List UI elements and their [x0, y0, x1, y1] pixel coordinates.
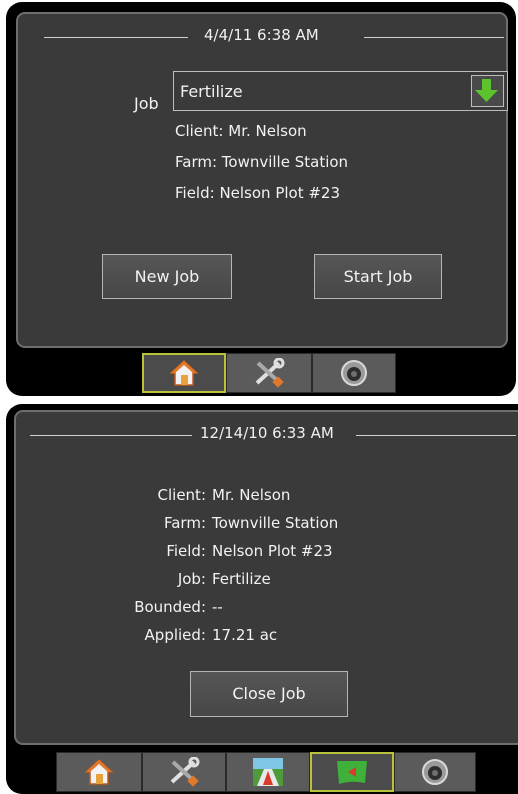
tab-home[interactable]: [142, 353, 226, 393]
header-rule-left: [44, 37, 188, 38]
detail-key: Farm:: [163, 514, 206, 532]
new-job-button[interactable]: New Job: [102, 254, 232, 299]
tab-map[interactable]: [310, 752, 394, 792]
detail-row-job: Job: Fertilize: [16, 570, 518, 590]
detail-value: Nelson Plot #23: [212, 542, 333, 560]
detail-key: Applied:: [144, 626, 206, 644]
header-rule-right: [356, 435, 516, 436]
farm-info: Farm: Townville Station: [175, 153, 349, 171]
detail-value: 17.21 ac: [212, 626, 278, 644]
green-down-arrow-icon: [475, 79, 498, 102]
detail-value: Mr. Nelson: [212, 486, 291, 504]
tab-tools[interactable]: [226, 353, 312, 393]
start-job-screen: 4/4/11 6:38 AM Job Fertilize Client: Mr.…: [6, 2, 516, 396]
detail-row-client: Client: Mr. Nelson: [16, 486, 518, 506]
datetime: 4/4/11 6:38 AM: [204, 26, 319, 44]
camera-icon: [341, 360, 367, 386]
tab-home[interactable]: [56, 752, 142, 792]
start-job-button[interactable]: Start Job: [314, 254, 442, 299]
client-info: Client: Mr. Nelson: [175, 122, 307, 140]
datetime: 12/14/10 6:33 AM: [200, 424, 334, 442]
job-label: Job: [134, 94, 159, 113]
header: 12/14/10 6:33 AM: [16, 412, 518, 456]
detail-row-bounded: Bounded: --: [16, 598, 518, 618]
home-icon: [84, 758, 114, 785]
tools-icon: [255, 358, 285, 388]
close-job-button[interactable]: Close Job: [190, 671, 348, 717]
start-job-content: 4/4/11 6:38 AM Job Fertilize Client: Mr.…: [16, 12, 508, 348]
close-job-content: 12/14/10 6:33 AM Client: Mr. Nelson Farm…: [14, 410, 518, 745]
detail-value: Fertilize: [212, 570, 271, 588]
detail-key: Client:: [157, 486, 206, 504]
header-rule-left: [30, 435, 192, 436]
detail-key: Field:: [166, 542, 206, 560]
tab-tools[interactable]: [142, 752, 226, 792]
home-icon: [169, 359, 199, 386]
close-job-screen: 12/14/10 6:33 AM Client: Mr. Nelson Farm…: [6, 404, 518, 794]
detail-row-farm: Farm: Townville Station: [16, 514, 518, 534]
detail-key: Job:: [177, 570, 206, 588]
tab-bar: [56, 752, 476, 792]
job-select[interactable]: Fertilize: [173, 71, 508, 111]
tools-icon: [170, 757, 200, 787]
header: 4/4/11 6:38 AM: [18, 14, 506, 58]
detail-row-field: Field: Nelson Plot #23: [16, 542, 518, 562]
detail-value: Townville Station: [212, 514, 339, 532]
job-select-value: Fertilize: [180, 82, 243, 101]
detail-value: --: [212, 598, 223, 616]
guidance-icon: [253, 758, 283, 786]
tab-camera[interactable]: [312, 353, 396, 393]
detail-row-applied: Applied: 17.21 ac: [16, 626, 518, 646]
tab-camera[interactable]: [394, 752, 476, 792]
camera-icon: [422, 759, 448, 785]
map-icon: [337, 761, 367, 784]
tab-bar: [142, 353, 396, 393]
header-rule-right: [364, 37, 504, 38]
dropdown-button[interactable]: [471, 75, 504, 107]
field-info: Field: Nelson Plot #23: [175, 184, 341, 202]
detail-key: Bounded:: [134, 598, 206, 616]
tab-guidance[interactable]: [226, 752, 310, 792]
